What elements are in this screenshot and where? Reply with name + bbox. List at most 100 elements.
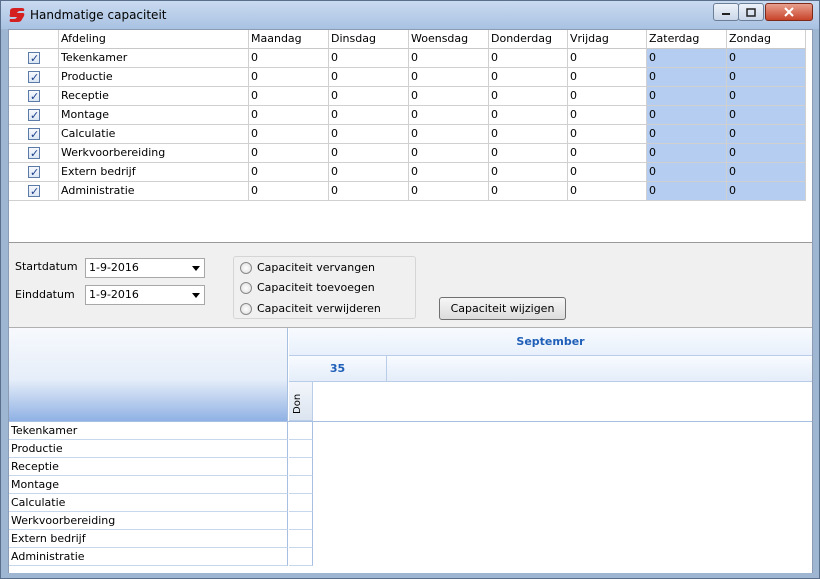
grid-value-cell[interactable]: 0 <box>409 87 489 106</box>
grid-value-cell[interactable]: 0 <box>489 106 568 125</box>
grid-value-cell[interactable]: 0 <box>647 182 727 201</box>
grid-afdeling-cell[interactable]: Montage <box>59 106 249 125</box>
grid-value-cell[interactable]: 0 <box>489 49 568 68</box>
grid-value-cell[interactable]: 0 <box>329 68 409 87</box>
grid-value-cell[interactable]: 0 <box>409 125 489 144</box>
grid-value-cell[interactable]: 0 <box>489 87 568 106</box>
grid-value-cell[interactable]: 0 <box>249 163 329 182</box>
grid-check-cell[interactable] <box>9 144 59 163</box>
grid-value-cell[interactable]: 0 <box>329 144 409 163</box>
grid-value-cell[interactable]: 0 <box>249 125 329 144</box>
grid-value-cell[interactable]: 0 <box>647 68 727 87</box>
column-header-vrijdag[interactable]: Vrijdag <box>568 30 647 49</box>
grid-value-cell[interactable]: 0 <box>249 144 329 163</box>
grid-check-cell[interactable] <box>9 125 59 144</box>
grid-check-cell[interactable] <box>9 49 59 68</box>
grid-value-cell[interactable]: 0 <box>409 49 489 68</box>
grid-value-cell[interactable]: 0 <box>568 87 647 106</box>
radio-button[interactable] <box>240 282 252 294</box>
grid-value-cell[interactable]: 0 <box>568 68 647 87</box>
grid-value-cell[interactable]: 0 <box>568 49 647 68</box>
planner-day-cell[interactable] <box>289 512 313 530</box>
grid-value-cell[interactable]: 0 <box>647 106 727 125</box>
planner-day-cell[interactable] <box>289 422 313 440</box>
grid-value-cell[interactable]: 0 <box>249 68 329 87</box>
grid-value-cell[interactable]: 0 <box>647 87 727 106</box>
grid-check-cell[interactable] <box>9 106 59 125</box>
grid-check-cell[interactable] <box>9 182 59 201</box>
grid-value-cell[interactable]: 0 <box>727 163 806 182</box>
row-checkbox[interactable] <box>28 126 40 143</box>
title-bar[interactable]: Handmatige capaciteit <box>1 1 819 29</box>
grid-value-cell[interactable]: 0 <box>727 106 806 125</box>
grid-value-cell[interactable]: 0 <box>249 49 329 68</box>
grid-value-cell[interactable]: 0 <box>409 182 489 201</box>
grid-check-cell[interactable] <box>9 87 59 106</box>
grid-value-cell[interactable]: 0 <box>727 125 806 144</box>
row-checkbox[interactable] <box>28 164 40 181</box>
grid-value-cell[interactable]: 0 <box>727 68 806 87</box>
row-checkbox[interactable] <box>28 50 40 67</box>
grid-afdeling-cell[interactable]: Calculatie <box>59 125 249 144</box>
grid-value-cell[interactable]: 0 <box>329 182 409 201</box>
grid-value-cell[interactable]: 0 <box>727 87 806 106</box>
radio-button[interactable] <box>240 303 252 315</box>
grid-value-cell[interactable]: 0 <box>568 106 647 125</box>
grid-value-cell[interactable]: 0 <box>727 144 806 163</box>
planner-day-cell[interactable] <box>289 458 313 476</box>
capaciteit-wijzigen-button[interactable]: Capaciteit wijzigen <box>439 297 566 320</box>
grid-value-cell[interactable]: 0 <box>489 144 568 163</box>
grid-value-cell[interactable]: 0 <box>329 163 409 182</box>
row-checkbox[interactable] <box>28 88 40 105</box>
chevron-down-icon[interactable] <box>192 266 200 271</box>
grid-value-cell[interactable]: 0 <box>489 182 568 201</box>
grid-value-cell[interactable]: 0 <box>249 182 329 201</box>
grid-value-cell[interactable]: 0 <box>727 182 806 201</box>
grid-value-cell[interactable]: 0 <box>409 68 489 87</box>
column-header-maandag[interactable]: Maandag <box>249 30 329 49</box>
grid-afdeling-cell[interactable]: Tekenkamer <box>59 49 249 68</box>
column-header-zondag[interactable]: Zondag <box>727 30 806 49</box>
grid-value-cell[interactable]: 0 <box>409 163 489 182</box>
grid-value-cell[interactable]: 0 <box>647 49 727 68</box>
row-checkbox[interactable] <box>28 107 40 124</box>
planner-day-cell[interactable] <box>289 476 313 494</box>
grid-check-cell[interactable] <box>9 68 59 87</box>
row-checkbox[interactable] <box>28 145 40 162</box>
row-checkbox[interactable] <box>28 183 40 200</box>
column-header-dinsdag[interactable]: Dinsdag <box>329 30 409 49</box>
grid-value-cell[interactable]: 0 <box>249 106 329 125</box>
grid-value-cell[interactable]: 0 <box>329 49 409 68</box>
grid-value-cell[interactable]: 0 <box>329 106 409 125</box>
column-header-donderdag[interactable]: Donderdag <box>489 30 568 49</box>
close-button[interactable] <box>765 3 813 21</box>
grid-value-cell[interactable]: 0 <box>647 125 727 144</box>
grid-value-cell[interactable]: 0 <box>647 144 727 163</box>
grid-afdeling-cell[interactable]: Werkvoorbereiding <box>59 144 249 163</box>
grid-afdeling-cell[interactable]: Receptie <box>59 87 249 106</box>
grid-value-cell[interactable]: 0 <box>568 182 647 201</box>
chevron-down-icon[interactable] <box>192 293 200 298</box>
grid-value-cell[interactable]: 0 <box>568 144 647 163</box>
grid-value-cell[interactable]: 0 <box>249 87 329 106</box>
grid-check-cell[interactable] <box>9 163 59 182</box>
column-header-zaterdag[interactable]: Zaterdag <box>647 30 727 49</box>
grid-value-cell[interactable]: 0 <box>329 87 409 106</box>
column-header-woensdag[interactable]: Woensdag <box>409 30 489 49</box>
minimize-button[interactable] <box>713 3 739 21</box>
grid-value-cell[interactable]: 0 <box>647 163 727 182</box>
grid-value-cell[interactable]: 0 <box>727 49 806 68</box>
grid-value-cell[interactable]: 0 <box>568 125 647 144</box>
row-checkbox[interactable] <box>28 69 40 86</box>
grid-afdeling-cell[interactable]: Extern bedrijf <box>59 163 249 182</box>
einddatum-picker[interactable]: 1-9-2016 <box>85 285 205 305</box>
grid-value-cell[interactable]: 0 <box>329 125 409 144</box>
grid-value-cell[interactable]: 0 <box>568 163 647 182</box>
planner-day-cell[interactable] <box>289 494 313 512</box>
startdatum-picker[interactable]: 1-9-2016 <box>85 258 205 278</box>
grid-value-cell[interactable]: 0 <box>489 68 568 87</box>
planner-day-cell[interactable] <box>289 440 313 458</box>
planner-day-cell[interactable] <box>289 530 313 548</box>
radio-button[interactable] <box>240 262 252 274</box>
grid-value-cell[interactable]: 0 <box>409 144 489 163</box>
